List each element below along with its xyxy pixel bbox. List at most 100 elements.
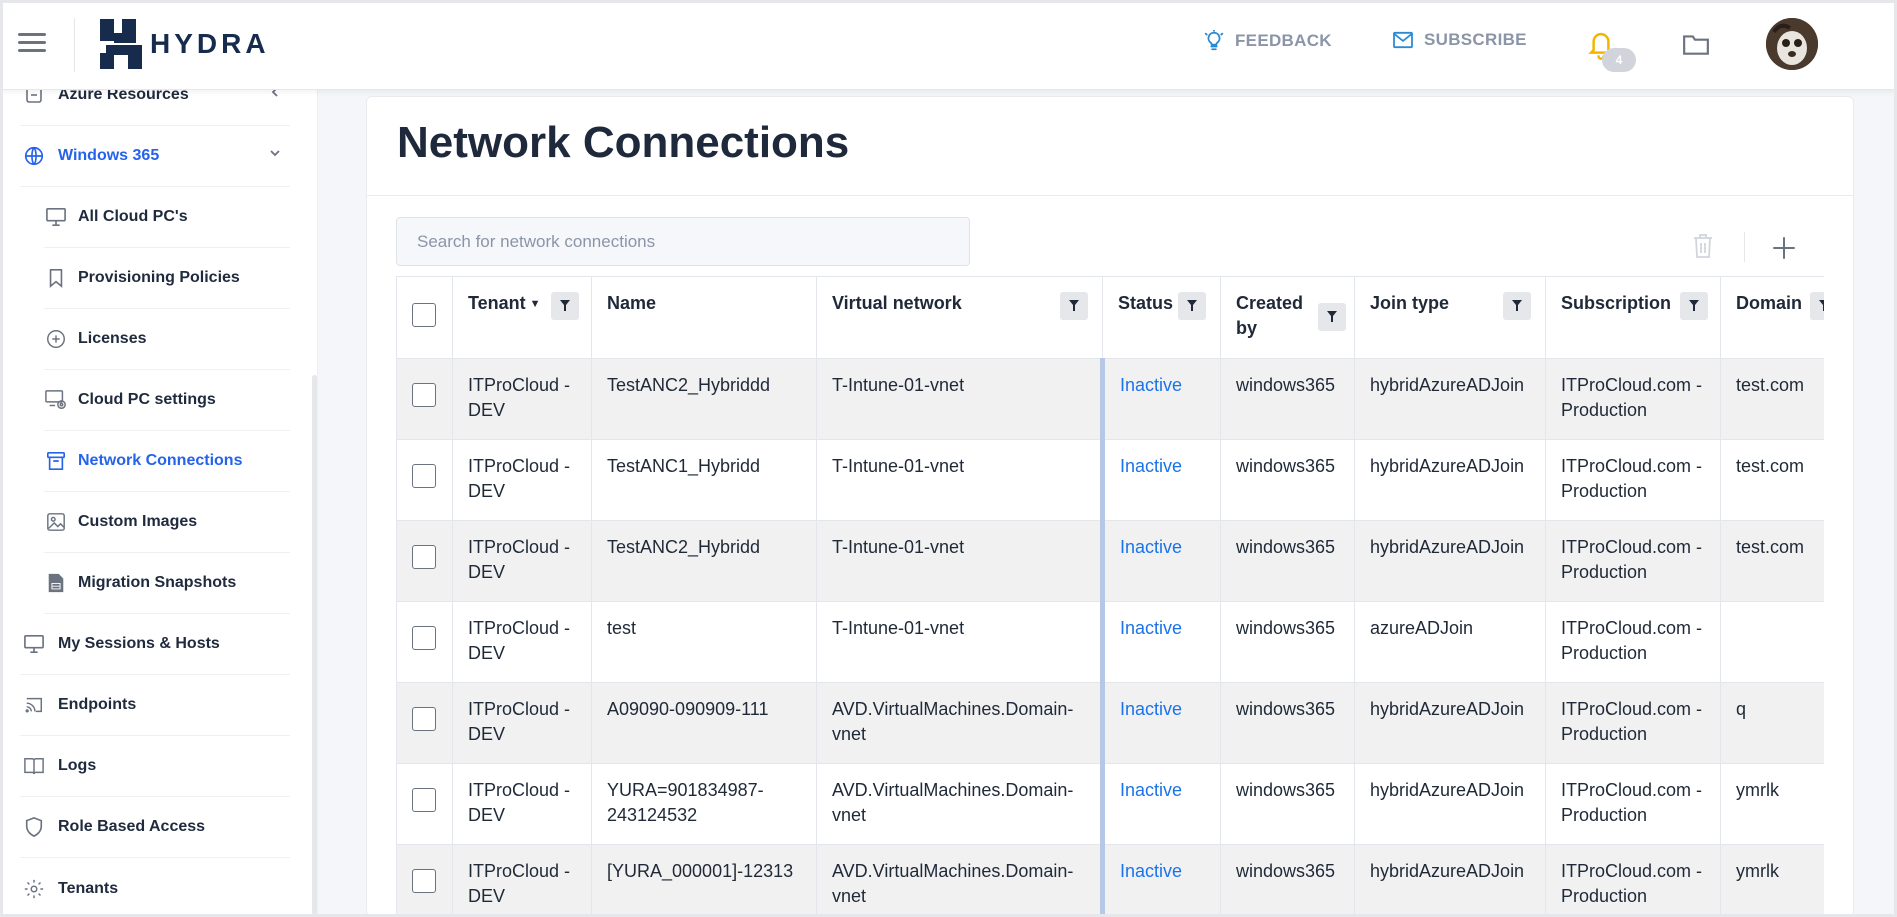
- cell-text: windows365: [1236, 375, 1336, 395]
- sidebar-subitem-provisioning-policies[interactable]: Provisioning Policies: [44, 248, 290, 309]
- table-row[interactable]: ITProCloud - DEV TestANC2_Hybriddd T-Intun…: [396, 358, 1824, 440]
- row-checkbox[interactable]: [412, 464, 436, 488]
- cell-text: AVD.VirtualMachines.Domain-vnet: [832, 861, 1074, 906]
- filter-icon[interactable]: [1810, 292, 1824, 320]
- status-link[interactable]: Inactive: [1120, 861, 1182, 881]
- column-header-domain[interactable]: Domain: [1720, 276, 1824, 359]
- row-checkbox[interactable]: [412, 383, 436, 407]
- user-avatar[interactable]: [1766, 18, 1818, 70]
- add-icon[interactable]: [1771, 235, 1797, 261]
- cell-status: Inactive: [1100, 763, 1221, 845]
- cell-join-type: hybridAzureADJoin: [1354, 358, 1546, 440]
- sidebar-item-endpoints[interactable]: Endpoints: [20, 675, 290, 736]
- cell-text: ITProCloud - DEV: [468, 780, 571, 825]
- sidebar-subitem-network-connections[interactable]: Network Connections: [44, 431, 290, 492]
- table-header-row: Tenant ▼ Name Virtual network Status Crea…: [396, 276, 1824, 359]
- row-checkbox[interactable]: [412, 545, 436, 569]
- cell-created-by: windows365: [1220, 439, 1355, 521]
- row-checkbox[interactable]: [412, 626, 436, 650]
- sort-desc-icon[interactable]: ▼: [530, 292, 541, 317]
- menu-toggle-icon[interactable]: [18, 32, 46, 54]
- table-row[interactable]: ITProCloud - DEV test T-Intune-01-vnet Inac…: [396, 601, 1824, 683]
- filter-icon[interactable]: [551, 292, 579, 320]
- sidebar-subitem-migration-snapshots[interactable]: Migration Snapshots: [44, 553, 290, 614]
- sidebar-item-logs[interactable]: Logs: [20, 736, 290, 797]
- column-header-join-type[interactable]: Join type: [1354, 276, 1546, 359]
- cell-subscription: ITProCloud.com - Production: [1545, 601, 1721, 683]
- sidebar-item-tenants[interactable]: Tenants: [20, 858, 290, 917]
- table-row[interactable]: ITProCloud - DEV A09090-090909-111 AVD.Vir…: [396, 682, 1824, 764]
- cell-text: test.com: [1736, 375, 1805, 395]
- status-link[interactable]: Inactive: [1120, 780, 1182, 800]
- table-row[interactable]: ITProCloud - DEV [YURA_000001]-12313 AVD.V…: [396, 844, 1824, 917]
- feedback-link[interactable]: FEEDBACK: [1203, 30, 1332, 52]
- row-checkbox[interactable]: [412, 707, 436, 731]
- sidebar-subitem-all-cloud-pcs[interactable]: All Cloud PC's: [44, 187, 290, 248]
- sidebar-subitem-label: Migration Snapshots: [78, 574, 237, 591]
- column-header-label: Tenant: [468, 293, 526, 313]
- cell-created-by: windows365: [1220, 682, 1355, 764]
- column-header-subscription[interactable]: Subscription: [1545, 276, 1721, 359]
- sidebar-item-my-sessions-hosts[interactable]: My Sessions & Hosts: [20, 614, 290, 675]
- status-link[interactable]: Inactive: [1120, 699, 1182, 719]
- filter-icon[interactable]: [1318, 303, 1346, 331]
- gear-icon: [22, 877, 46, 901]
- status-link[interactable]: Inactive: [1120, 618, 1182, 638]
- cell-name: [YURA_000001]-12313: [591, 844, 817, 917]
- row-checkbox[interactable]: [412, 869, 436, 893]
- status-link[interactable]: Inactive: [1120, 456, 1182, 476]
- status-link[interactable]: Inactive: [1120, 375, 1182, 395]
- page-title: Network Connections: [397, 118, 850, 167]
- brand-logo[interactable]: HYDRA: [98, 17, 270, 71]
- sidebar-item-windows-365[interactable]: Windows 365: [20, 126, 290, 187]
- cell-name: YURA=901834987-243124532: [591, 763, 817, 845]
- cell-text: ITProCloud.com - Production: [1561, 699, 1703, 744]
- cell-text: AVD.VirtualMachines.Domain-vnet: [832, 780, 1074, 825]
- hydra-logo-icon: [100, 19, 142, 69]
- cell-text: test.com: [1736, 456, 1805, 476]
- status-link[interactable]: Inactive: [1120, 537, 1182, 557]
- cell-virtual-network: T-Intune-01-vnet: [816, 520, 1103, 602]
- column-header-created-by[interactable]: Created by: [1220, 276, 1355, 359]
- folder-icon[interactable]: [1682, 31, 1710, 57]
- table-row[interactable]: ITProCloud - DEV YURA=901834987-243124532…: [396, 763, 1824, 845]
- cell-text: ITProCloud.com - Production: [1561, 618, 1703, 663]
- cell-text: windows365: [1236, 537, 1336, 557]
- cell-text: A09090-090909-111: [607, 699, 769, 719]
- filter-icon[interactable]: [1060, 292, 1088, 320]
- sidebar-subitem-label: Provisioning Policies: [78, 269, 240, 286]
- monitor-icon: [44, 205, 68, 229]
- table-row[interactable]: ITProCloud - DEV TestANC1_Hybridd T-Intune…: [396, 439, 1824, 521]
- sidebar-scrollbar[interactable]: [312, 375, 317, 915]
- filter-icon[interactable]: [1680, 292, 1708, 320]
- column-header-tenant[interactable]: Tenant ▼: [452, 276, 592, 359]
- sidebar-subitem-licenses[interactable]: Licenses: [44, 309, 290, 370]
- sidebar-item-role-based-access[interactable]: Role Based Access: [20, 797, 290, 858]
- cell-created-by: windows365: [1220, 601, 1355, 683]
- sidebar-subitem-cloud-pc-settings[interactable]: Cloud PC settings: [44, 370, 290, 431]
- row-select-cell: [396, 358, 453, 440]
- title-divider: [366, 195, 1854, 196]
- cell-subscription: ITProCloud.com - Production: [1545, 439, 1721, 521]
- filter-icon[interactable]: [1503, 292, 1531, 320]
- toolbar-divider: [1744, 232, 1745, 262]
- sidebar-subitem-label: Network Connections: [78, 452, 243, 469]
- column-header-status[interactable]: Status: [1102, 276, 1221, 359]
- column-header-name[interactable]: Name: [591, 276, 817, 359]
- sidebar-subitem-custom-images[interactable]: Custom Images: [44, 492, 290, 553]
- cell-text: windows365: [1236, 456, 1336, 476]
- cell-text: [YURA_000001]-12313: [607, 861, 794, 881]
- cell-virtual-network: T-Intune-01-vnet: [816, 601, 1103, 683]
- cell-text: T-Intune-01-vnet: [832, 375, 965, 395]
- table-row[interactable]: ITProCloud - DEV TestANC2_Hybridd T-Intune…: [396, 520, 1824, 602]
- search-input[interactable]: [396, 217, 970, 266]
- column-header-virtual-network[interactable]: Virtual network: [816, 276, 1103, 359]
- cell-text: hybridAzureADJoin: [1370, 699, 1525, 719]
- subscribe-link[interactable]: SUBSCRIBE: [1392, 30, 1527, 50]
- filter-icon[interactable]: [1178, 292, 1206, 320]
- cell-text: test.com: [1736, 537, 1805, 557]
- select-all-checkbox[interactable]: [412, 303, 436, 327]
- row-checkbox[interactable]: [412, 788, 436, 812]
- cell-subscription: ITProCloud.com - Production: [1545, 682, 1721, 764]
- trash-icon[interactable]: [1691, 232, 1715, 260]
